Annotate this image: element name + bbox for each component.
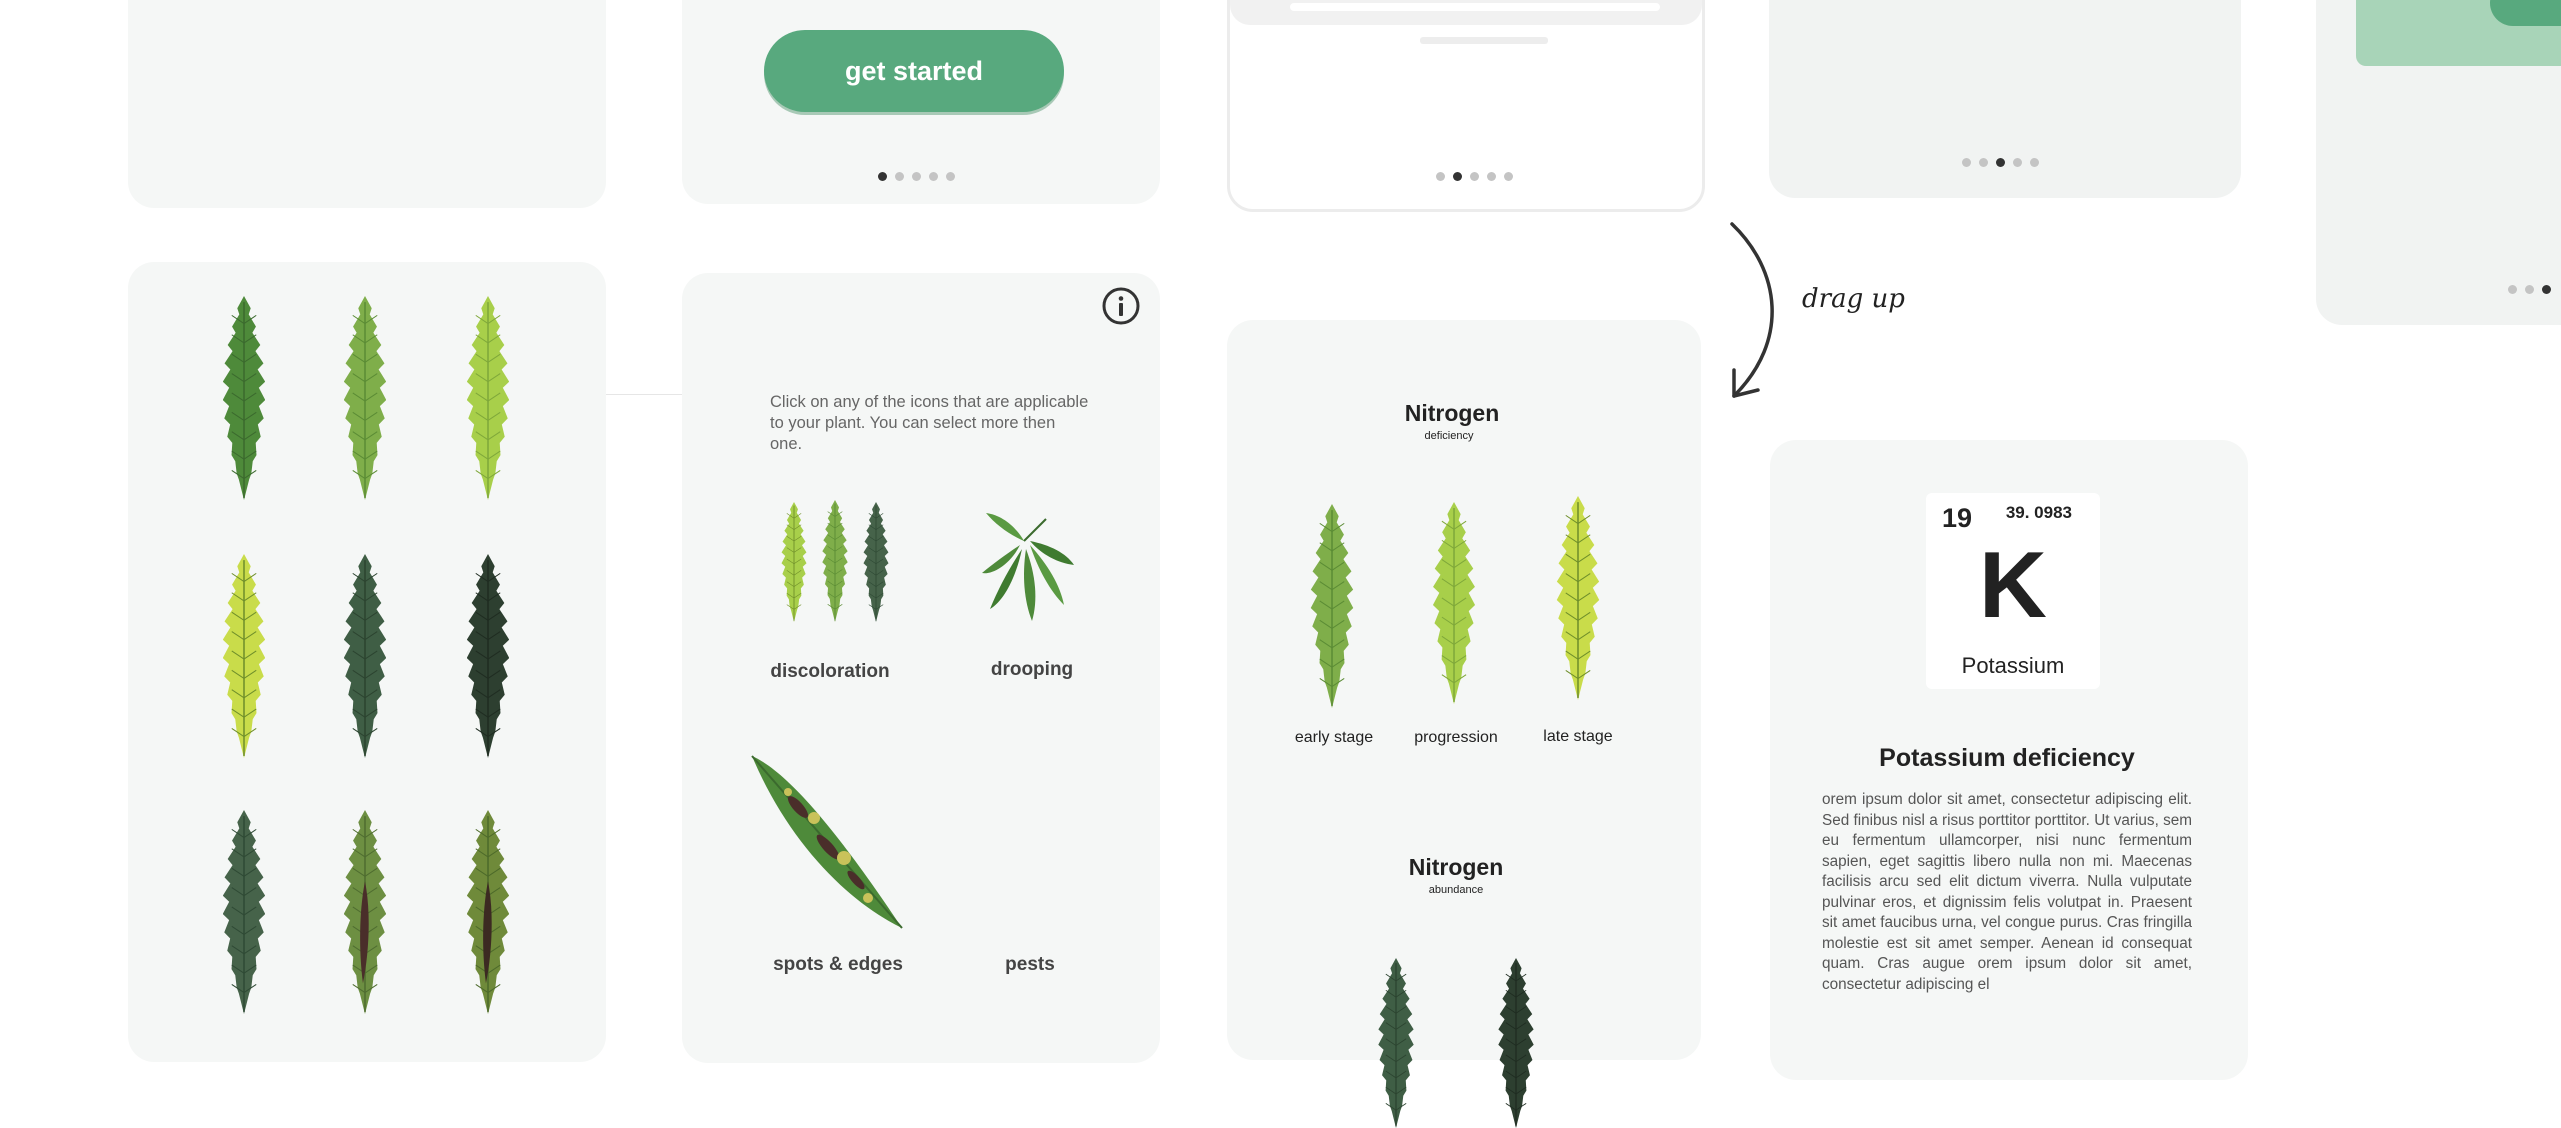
leaf-icon — [1310, 504, 1354, 708]
leaf-icon — [467, 554, 509, 758]
pagination-dots[interactable] — [2508, 285, 2551, 294]
section-title: Nitrogen — [1408, 854, 1504, 880]
leaf-icon — [223, 554, 265, 758]
leaf-icon — [223, 296, 265, 500]
stage-label: progression — [1414, 729, 1498, 746]
pagination-dots[interactable] — [878, 172, 955, 181]
page-dot[interactable] — [912, 172, 921, 181]
leaf-icon — [781, 502, 807, 622]
element-tile: 19 39. 0983 K Potassium — [1926, 493, 2100, 689]
leaf-icon — [344, 810, 386, 1014]
leaf-icon — [1378, 958, 1414, 1128]
pagination-dots[interactable] — [1962, 158, 2039, 167]
drag-up-arrow-icon — [1730, 222, 1774, 398]
leaf-icon — [344, 296, 386, 500]
get-started-button-partial[interactable] — [2490, 0, 2561, 26]
page-dot[interactable] — [929, 172, 938, 181]
deficiency-description: orem ipsum dolor sit amet, consectetur a… — [1822, 791, 2192, 993]
stage-label: late stage — [1543, 728, 1613, 745]
leaf-icon — [863, 502, 889, 622]
page-dot[interactable] — [1962, 158, 1971, 167]
page-dot[interactable] — [1487, 172, 1496, 181]
section-subtitle: deficiency — [1424, 430, 1474, 442]
leaf-icon — [1498, 958, 1534, 1128]
drooping-leaf-icon — [982, 513, 1074, 621]
instruction-text: Click on any of the icons that are appli… — [770, 393, 1089, 453]
page-dot[interactable] — [2013, 158, 2022, 167]
placeholder-line — [1420, 37, 1548, 44]
page-dot[interactable] — [1470, 172, 1479, 181]
page-dot[interactable] — [1453, 172, 1462, 181]
leaf-icon — [344, 554, 386, 758]
atomic-mass: 39. 0983 — [2005, 503, 2072, 522]
element-name: Potassium — [1961, 653, 2065, 678]
option-label: discoloration — [770, 661, 890, 682]
drag-hint-label: drag up — [1802, 284, 1905, 314]
page-dot[interactable] — [878, 172, 887, 181]
section-title: Nitrogen — [1404, 400, 1500, 426]
screen-card-1 — [128, 0, 606, 208]
option-pests[interactable] — [975, 760, 1085, 940]
page-dot[interactable] — [2508, 285, 2517, 294]
screen-card-4 — [1769, 0, 2241, 198]
leaf-icon — [223, 810, 265, 1014]
page-dot[interactable] — [2030, 158, 2039, 167]
page-dot[interactable] — [895, 172, 904, 181]
leaf-icon — [467, 296, 509, 500]
placeholder-line — [1290, 3, 1660, 11]
stage-label: early stage — [1294, 729, 1374, 746]
section-subtitle: abundance — [1428, 884, 1484, 896]
leaf-icon — [822, 500, 848, 622]
page-dot[interactable] — [2525, 285, 2534, 294]
leaf-icon — [1432, 502, 1476, 704]
option-label: pests — [1005, 954, 1055, 975]
page-dot[interactable] — [1504, 172, 1513, 181]
element-symbol: K — [1979, 532, 2047, 637]
spotted-leaf-icon — [751, 755, 903, 929]
pagination-dots[interactable] — [1436, 172, 1513, 181]
page-dot[interactable] — [2542, 285, 2551, 294]
page-dot[interactable] — [1979, 158, 1988, 167]
page-dot[interactable] — [1996, 158, 2005, 167]
leaf-icon — [1556, 496, 1600, 700]
leaf-icon — [467, 810, 509, 1014]
option-label: drooping — [990, 659, 1074, 680]
deficiency-heading: Potassium deficiency — [1879, 744, 2135, 772]
get-started-button[interactable]: get started — [764, 30, 1064, 112]
atomic-number: 19 — [1942, 503, 1973, 533]
page-dot[interactable] — [1436, 172, 1445, 181]
option-label: spots & edges — [773, 954, 903, 975]
page-dot[interactable] — [946, 172, 955, 181]
info-icon[interactable] — [1101, 286, 1141, 326]
